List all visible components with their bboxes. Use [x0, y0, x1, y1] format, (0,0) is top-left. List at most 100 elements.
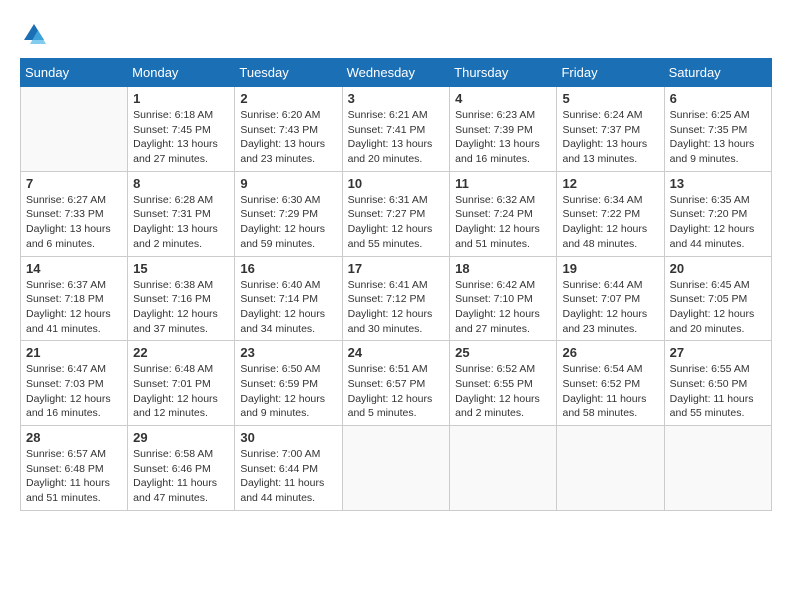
calendar-cell: [342, 426, 450, 511]
day-info: Sunrise: 6:25 AMSunset: 7:35 PMDaylight:…: [670, 108, 766, 167]
calendar-cell: 12 Sunrise: 6:34 AMSunset: 7:22 PMDayligh…: [557, 171, 664, 256]
day-number: 16: [240, 261, 336, 276]
day-info: Sunrise: 6:51 AMSunset: 6:57 PMDaylight:…: [348, 362, 445, 421]
day-info: Sunrise: 6:55 AMSunset: 6:50 PMDaylight:…: [670, 362, 766, 421]
header-tuesday: Tuesday: [235, 59, 342, 87]
calendar-cell: 24 Sunrise: 6:51 AMSunset: 6:57 PMDayligh…: [342, 341, 450, 426]
day-info: Sunrise: 6:50 AMSunset: 6:59 PMDaylight:…: [240, 362, 336, 421]
calendar-cell: 7 Sunrise: 6:27 AMSunset: 7:33 PMDaylight…: [21, 171, 128, 256]
calendar-cell: 26 Sunrise: 6:54 AMSunset: 6:52 PMDayligh…: [557, 341, 664, 426]
calendar-cell: [21, 87, 128, 172]
day-info: Sunrise: 6:42 AMSunset: 7:10 PMDaylight:…: [455, 278, 551, 337]
calendar-cell: 25 Sunrise: 6:52 AMSunset: 6:55 PMDayligh…: [450, 341, 557, 426]
day-number: 23: [240, 345, 336, 360]
calendar-cell: 6Sunrise: 6:25 AMSunset: 7:35 PMDaylight…: [664, 87, 771, 172]
calendar-cell: 10Sunrise: 6:31 AMSunset: 7:27 PMDayligh…: [342, 171, 450, 256]
calendar-cell: 11 Sunrise: 6:32 AMSunset: 7:24 PMDayligh…: [450, 171, 557, 256]
day-number: 7: [26, 176, 122, 191]
calendar-cell: 30 Sunrise: 7:00 AMSunset: 6:44 PMDayligh…: [235, 426, 342, 511]
header-sunday: Sunday: [21, 59, 128, 87]
day-info: Sunrise: 6:37 AMSunset: 7:18 PMDaylight:…: [26, 278, 122, 337]
day-number: 29: [133, 430, 229, 445]
calendar-cell: 14 Sunrise: 6:37 AMSunset: 7:18 PMDayligh…: [21, 256, 128, 341]
page-header: [20, 20, 772, 48]
day-info: Sunrise: 6:23 AMSunset: 7:39 PMDaylight:…: [455, 108, 551, 167]
day-info: Sunrise: 6:21 AMSunset: 7:41 PMDaylight:…: [348, 108, 445, 167]
calendar-cell: 29 Sunrise: 6:58 AMSunset: 6:46 PMDayligh…: [128, 426, 235, 511]
day-number: 4: [455, 91, 551, 106]
calendar-cell: 13 Sunrise: 6:35 AMSunset: 7:20 PMDayligh…: [664, 171, 771, 256]
day-info: Sunrise: 6:52 AMSunset: 6:55 PMDaylight:…: [455, 362, 551, 421]
day-info: Sunrise: 6:28 AMSunset: 7:31 PMDaylight:…: [133, 193, 229, 252]
header-saturday: Saturday: [664, 59, 771, 87]
calendar-cell: 18 Sunrise: 6:42 AMSunset: 7:10 PMDayligh…: [450, 256, 557, 341]
calendar-cell: 5 Sunrise: 6:24 AMSunset: 7:37 PMDaylight…: [557, 87, 664, 172]
day-info: Sunrise: 6:54 AMSunset: 6:52 PMDaylight:…: [562, 362, 658, 421]
calendar-cell: 9 Sunrise: 6:30 AMSunset: 7:29 PMDaylight…: [235, 171, 342, 256]
day-number: 3: [348, 91, 445, 106]
day-number: 20: [670, 261, 766, 276]
day-number: 2: [240, 91, 336, 106]
week-row-2: 7 Sunrise: 6:27 AMSunset: 7:33 PMDaylight…: [21, 171, 772, 256]
calendar-cell: 23 Sunrise: 6:50 AMSunset: 6:59 PMDayligh…: [235, 341, 342, 426]
day-info: Sunrise: 6:20 AMSunset: 7:43 PMDaylight:…: [240, 108, 336, 167]
header-monday: Monday: [128, 59, 235, 87]
header-wednesday: Wednesday: [342, 59, 450, 87]
header-thursday: Thursday: [450, 59, 557, 87]
day-info: Sunrise: 6:27 AMSunset: 7:33 PMDaylight:…: [26, 193, 122, 252]
calendar-cell: 28 Sunrise: 6:57 AMSunset: 6:48 PMDayligh…: [21, 426, 128, 511]
day-number: 19: [562, 261, 658, 276]
day-number: 25: [455, 345, 551, 360]
day-number: 13: [670, 176, 766, 191]
day-info: Sunrise: 6:57 AMSunset: 6:48 PMDaylight:…: [26, 447, 122, 506]
calendar-cell: 27Sunrise: 6:55 AMSunset: 6:50 PMDayligh…: [664, 341, 771, 426]
day-number: 30: [240, 430, 336, 445]
logo-icon: [20, 20, 48, 48]
header-friday: Friday: [557, 59, 664, 87]
day-info: Sunrise: 6:44 AMSunset: 7:07 PMDaylight:…: [562, 278, 658, 337]
day-number: 1: [133, 91, 229, 106]
day-number: 12: [562, 176, 658, 191]
logo: [20, 20, 52, 48]
day-info: Sunrise: 6:58 AMSunset: 6:46 PMDaylight:…: [133, 447, 229, 506]
day-number: 28: [26, 430, 122, 445]
day-info: Sunrise: 6:40 AMSunset: 7:14 PMDaylight:…: [240, 278, 336, 337]
calendar-cell: [664, 426, 771, 511]
day-number: 26: [562, 345, 658, 360]
day-info: Sunrise: 6:34 AMSunset: 7:22 PMDaylight:…: [562, 193, 658, 252]
day-info: Sunrise: 6:35 AMSunset: 7:20 PMDaylight:…: [670, 193, 766, 252]
calendar-cell: 17Sunrise: 6:41 AMSunset: 7:12 PMDayligh…: [342, 256, 450, 341]
day-info: Sunrise: 6:24 AMSunset: 7:37 PMDaylight:…: [562, 108, 658, 167]
day-number: 11: [455, 176, 551, 191]
day-info: Sunrise: 6:30 AMSunset: 7:29 PMDaylight:…: [240, 193, 336, 252]
day-info: Sunrise: 6:45 AMSunset: 7:05 PMDaylight:…: [670, 278, 766, 337]
day-number: 22: [133, 345, 229, 360]
week-row-3: 14 Sunrise: 6:37 AMSunset: 7:18 PMDayligh…: [21, 256, 772, 341]
calendar-cell: 8Sunrise: 6:28 AMSunset: 7:31 PMDaylight…: [128, 171, 235, 256]
day-number: 5: [562, 91, 658, 106]
calendar-cell: 21Sunrise: 6:47 AMSunset: 7:03 PMDayligh…: [21, 341, 128, 426]
calendar-cell: 4 Sunrise: 6:23 AMSunset: 7:39 PMDaylight…: [450, 87, 557, 172]
week-row-1: 1Sunrise: 6:18 AMSunset: 7:45 PMDaylight…: [21, 87, 772, 172]
calendar-cell: 3 Sunrise: 6:21 AMSunset: 7:41 PMDaylight…: [342, 87, 450, 172]
calendar-cell: 22 Sunrise: 6:48 AMSunset: 7:01 PMDayligh…: [128, 341, 235, 426]
day-number: 21: [26, 345, 122, 360]
week-row-4: 21Sunrise: 6:47 AMSunset: 7:03 PMDayligh…: [21, 341, 772, 426]
day-info: Sunrise: 6:38 AMSunset: 7:16 PMDaylight:…: [133, 278, 229, 337]
day-info: Sunrise: 7:00 AMSunset: 6:44 PMDaylight:…: [240, 447, 336, 506]
day-number: 24: [348, 345, 445, 360]
calendar-cell: [557, 426, 664, 511]
day-number: 14: [26, 261, 122, 276]
day-number: 18: [455, 261, 551, 276]
day-number: 17: [348, 261, 445, 276]
day-info: Sunrise: 6:31 AMSunset: 7:27 PMDaylight:…: [348, 193, 445, 252]
calendar-cell: 2 Sunrise: 6:20 AMSunset: 7:43 PMDaylight…: [235, 87, 342, 172]
day-info: Sunrise: 6:32 AMSunset: 7:24 PMDaylight:…: [455, 193, 551, 252]
day-info: Sunrise: 6:48 AMSunset: 7:01 PMDaylight:…: [133, 362, 229, 421]
calendar-cell: 16 Sunrise: 6:40 AMSunset: 7:14 PMDayligh…: [235, 256, 342, 341]
calendar-cell: 1Sunrise: 6:18 AMSunset: 7:45 PMDaylight…: [128, 87, 235, 172]
day-number: 9: [240, 176, 336, 191]
week-row-5: 28 Sunrise: 6:57 AMSunset: 6:48 PMDayligh…: [21, 426, 772, 511]
day-number: 15: [133, 261, 229, 276]
calendar-cell: 19 Sunrise: 6:44 AMSunset: 7:07 PMDayligh…: [557, 256, 664, 341]
